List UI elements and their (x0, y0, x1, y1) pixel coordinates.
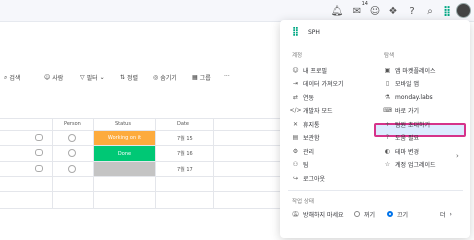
sort-button[interactable]: ⇅ 정렬 (120, 73, 138, 82)
team-icon: ⚇ (292, 161, 299, 168)
status-cell[interactable]: Working on it (94, 131, 155, 145)
explore-menu-item[interactable]: + 팀원 초대하기 (384, 119, 430, 129)
status-cell[interactable] (94, 162, 155, 176)
dnd-on-radio[interactable]: 끄기 (387, 209, 408, 219)
top-bar: 🔔︎ ✉ 14 ☺ ❖ ? ⌕ ⣿ (0, 0, 474, 22)
dnd-off-radio[interactable]: 꺼기 (354, 209, 375, 219)
monday-logo-icon: ⣿ (292, 27, 300, 37)
person-icon: ☺ (44, 74, 51, 81)
archive-icon: ▤ (292, 134, 299, 141)
more-status-button[interactable]: 더 › (440, 209, 452, 219)
avatar[interactable] (456, 3, 471, 18)
search-button[interactable]: ⌕ 검색 (4, 73, 20, 83)
account-menu-item[interactable]: ⚇ 팀 (292, 160, 309, 170)
grid-line (52, 118, 53, 208)
group-icon: ▦ (192, 74, 198, 81)
plus-icon: + (384, 120, 391, 128)
account-menu-item[interactable]: ✕ 휴지통 (292, 119, 320, 129)
chevron-right-icon: › (449, 210, 452, 218)
grid-line (155, 118, 156, 208)
integration-icon: ⇄ (292, 93, 299, 101)
monday-logo-icon[interactable]: ⣿ (440, 4, 454, 18)
radio-icon (354, 211, 360, 217)
account-section-title: 계정 (292, 53, 303, 59)
explore-menu-item[interactable]: ? 도움 필요 (384, 133, 419, 143)
person-filter-button[interactable]: ☺ 사람 (44, 73, 63, 82)
column-header-date: Date (177, 121, 189, 127)
grid-line (0, 208, 290, 209)
more-button[interactable]: ··· (224, 73, 230, 80)
account-menu-item[interactable]: ⇄ 연동 (292, 92, 314, 102)
mobile-icon: ▯ (385, 80, 390, 87)
search-icon[interactable]: ⌕ (423, 4, 437, 18)
filter-icon: ▽ (80, 74, 85, 81)
theme-icon: ◐ (384, 147, 391, 155)
date-cell[interactable]: 7월 17 (177, 166, 193, 173)
eye-off-icon: ◎ (153, 74, 159, 81)
chat-icon[interactable] (35, 149, 43, 156)
work-status-title: 작업 상태 (292, 199, 314, 205)
explore-section-title: 탐색 (384, 53, 395, 59)
board-toolbar: ⌕ 검색 ☺ 사람 ▽ 필터 ⌄ ⇅ 정렬 ◎ 숨기기 ▦ 그룹 ··· (0, 70, 300, 86)
date-cell[interactable]: 7월 15 (177, 135, 193, 142)
group-button[interactable]: ▦ 그룹 (192, 73, 211, 82)
do-not-disturb-item: 🔕︎ 방해하지 마세요 (291, 210, 344, 219)
help-icon[interactable]: ? (405, 4, 419, 18)
account-menu-item[interactable]: ☺ 내 프로필 (292, 65, 327, 75)
account-menu-item[interactable]: ⇥ 데이터 가져오기 (292, 79, 344, 89)
upgrade-icon: ☆ (384, 161, 391, 168)
search-icon: ⌕ (4, 73, 8, 81)
person-icon[interactable] (68, 165, 76, 173)
code-icon: </> (289, 107, 302, 114)
inbox-icon[interactable]: ✉ 14 (350, 1, 368, 18)
hide-button[interactable]: ◎ 숨기기 (153, 73, 177, 82)
chat-icon[interactable] (35, 165, 43, 172)
account-menu-item[interactable]: ↪ 로그아웃 (292, 173, 325, 183)
menu-divider (288, 190, 463, 191)
account-menu-item[interactable]: </> 개발자 모드 (289, 106, 332, 116)
explore-menu-item[interactable]: ⚗ monday.labs (384, 92, 433, 102)
grid-line (0, 176, 290, 177)
account-menu-item[interactable]: ⚙ 관리 (292, 146, 314, 156)
explore-menu-item[interactable]: ⌨ 바로 가기 (383, 106, 419, 116)
account-menu-item[interactable]: ▤ 보관함 (292, 133, 320, 143)
shortcut-icon: ⌨ (383, 107, 392, 114)
bell-off-icon: 🔕︎ (291, 210, 300, 218)
grid-line (0, 118, 290, 119)
sort-icon: ⇅ (120, 74, 126, 81)
date-cell[interactable]: 7월 16 (177, 150, 193, 157)
invite-members-icon[interactable]: ☺ (368, 4, 382, 18)
trash-icon: ✕ (292, 120, 299, 128)
person-icon[interactable] (68, 149, 76, 157)
help-icon: ? (385, 134, 390, 141)
bell-icon[interactable]: 🔔︎ (330, 4, 344, 18)
account-name[interactable]: SPH (308, 29, 320, 36)
radio-selected-icon (387, 211, 393, 217)
marketplace-icon: ▣ (384, 66, 391, 74)
explore-menu-item[interactable]: ◐ 테마 변경 (384, 146, 419, 156)
chat-icon[interactable] (35, 134, 43, 141)
column-header-person: Person (64, 121, 81, 127)
explore-menu-item[interactable]: ☆ 계정 업그레이드 (384, 160, 436, 170)
explore-menu-item[interactable]: ▯ 모바일 앱 (384, 79, 419, 89)
status-cell[interactable]: Done (94, 146, 155, 161)
filter-button[interactable]: ▽ 필터 ⌄ (80, 73, 105, 82)
chevron-right-icon: › (456, 152, 459, 160)
grid-line (213, 118, 214, 208)
labs-icon: ⚗ (384, 93, 391, 101)
apps-icon[interactable]: ❖ (386, 4, 400, 18)
person-icon[interactable] (68, 134, 76, 142)
chevron-down-icon: ⌄ (99, 74, 105, 81)
logout-icon: ↪ (292, 174, 299, 182)
explore-menu-item[interactable]: ▣ 앱 마켓플레이스 (384, 65, 436, 75)
import-icon: ⇥ (292, 80, 299, 87)
gear-icon: ⚙ (292, 147, 299, 155)
grid-line (0, 191, 290, 192)
person-icon: ☺ (292, 66, 299, 74)
column-header-status: Status (115, 121, 131, 127)
